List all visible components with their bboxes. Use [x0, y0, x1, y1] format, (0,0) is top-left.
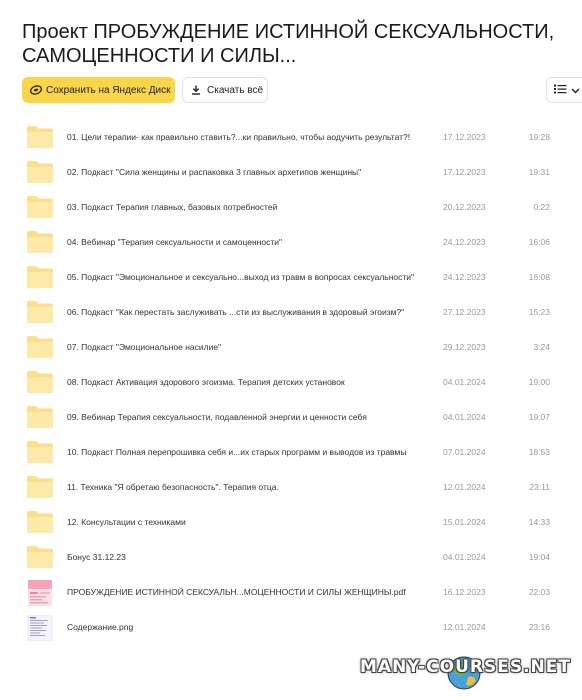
file-time: 19:04: [528, 552, 550, 562]
file-time: 3:24: [533, 342, 550, 352]
file-date: 24.12.2023: [443, 272, 486, 282]
list-view-icon: [553, 81, 567, 99]
file-name: 02. Подкаст "Сила женщины и распаковка 3…: [67, 167, 362, 177]
file-name: 03. Подкаст Терапия главных, базовых пот…: [67, 202, 278, 212]
file-date: 24.12.2023: [443, 237, 486, 247]
file-time: 23:16: [528, 622, 550, 632]
list-item[interactable]: Содержание.png 12.01.2024 23:16: [0, 610, 582, 645]
file-date: 04.01.2024: [443, 377, 486, 387]
file-date: 04.01.2024: [443, 412, 486, 422]
folder-icon: [26, 405, 54, 429]
file-date: 27.12.2023: [443, 307, 486, 317]
watermark: MANY-COURSES.NET: [356, 651, 582, 697]
file-time: 18:53: [528, 447, 550, 457]
file-date: 07.01.2024: [443, 447, 486, 457]
folder-icon: [26, 370, 54, 394]
file-date: 29.12.2023: [443, 342, 486, 352]
list-item[interactable]: 12. Консультации с техниками 15.01.2024 …: [0, 505, 582, 540]
folder-icon: [26, 195, 54, 219]
file-time: 23:11: [529, 482, 550, 492]
file-name: 01. Цели терапии- как правильно ставить?…: [67, 132, 411, 142]
pdf-thumbnail-icon: [26, 580, 54, 606]
toolbar: Сохранить на Яндекс Диск Скачать всё: [22, 77, 582, 103]
folder-icon: [26, 265, 54, 289]
list-item[interactable]: 11. Техника "Я обретаю безопасность". Те…: [0, 470, 582, 505]
file-name: ПРОБУЖДЕНИЕ ИСТИННОЙ СЕКСУАЛЬН...МОЦЕННО…: [67, 587, 406, 597]
list-item[interactable]: 08. Подкаст Активация здорового эгоизма.…: [0, 365, 582, 400]
folder-icon: [26, 300, 54, 324]
folder-icon: [26, 125, 54, 149]
file-time: 19:00: [528, 377, 550, 387]
file-name: 05. Подкаст "Эмоциональное и сексуально.…: [67, 272, 415, 282]
folder-icon: [26, 475, 54, 499]
download-button-label: Скачать всё: [207, 84, 264, 96]
list-item[interactable]: ПРОБУЖДЕНИЕ ИСТИННОЙ СЕКСУАЛЬН...МОЦЕННО…: [0, 575, 582, 610]
list-item[interactable]: 09. Вебинар Терапия сексуальности, подав…: [0, 400, 582, 435]
file-date: 16.12.2023: [443, 587, 486, 597]
list-item[interactable]: 06. Подкаст "Как перестать заслуживать .…: [0, 295, 582, 330]
file-date: 17.12.2023: [443, 132, 486, 142]
file-name: Содержание.png: [67, 622, 134, 632]
file-name: Бонус 31.12.23: [67, 552, 126, 562]
download-all-button[interactable]: Скачать всё: [182, 77, 268, 103]
file-time: 22:03: [528, 587, 550, 597]
list-item[interactable]: 07. Подкаст "Эмоциональное насилие" 29.1…: [0, 330, 582, 365]
file-name: 04. Вебинар "Терапия сексуальности и сам…: [67, 237, 283, 247]
file-date: 12.01.2024: [443, 622, 486, 632]
chevron-down-icon: [571, 81, 580, 99]
file-time: 19:07: [528, 412, 550, 422]
yandex-disk-icon: [30, 85, 42, 95]
list-item[interactable]: 04. Вебинар "Терапия сексуальности и сам…: [0, 225, 582, 260]
file-name: 06. Подкаст "Как перестать заслуживать .…: [67, 307, 405, 317]
list-item[interactable]: 10. Подкаст Полная перепрошивка себя и..…: [0, 435, 582, 470]
folder-icon: [26, 230, 54, 254]
list-item[interactable]: 02. Подкаст "Сила женщины и распаковка 3…: [0, 155, 582, 190]
watermark-text: MANY-COURSES.NET: [360, 657, 571, 677]
file-name: 08. Подкаст Активация здорового эгоизма.…: [67, 377, 345, 387]
list-item[interactable]: 03. Подкаст Терапия главных, базовых пот…: [0, 190, 582, 225]
file-time: 16:06: [528, 237, 550, 247]
folder-icon: [26, 335, 54, 359]
download-icon: [191, 85, 201, 95]
file-date: 20.12.2023: [443, 202, 486, 212]
list-item[interactable]: 01. Цели терапии- как правильно ставить?…: [0, 120, 582, 155]
file-name: 07. Подкаст "Эмоциональное насилие": [67, 342, 222, 352]
folder-icon: [26, 545, 54, 569]
file-time: 0:22: [533, 202, 550, 212]
page-title: Проект ПРОБУЖДЕНИЕ ИСТИННОЙ СЕКСУАЛЬНОСТ…: [22, 21, 555, 67]
file-time: 16:08: [528, 272, 550, 282]
file-date: 12.01.2024: [443, 482, 486, 492]
folder-icon: [26, 160, 54, 184]
file-name: 10. Подкаст Полная перепрошивка себя и..…: [67, 447, 407, 457]
file-time: 19:31: [528, 167, 550, 177]
list-item[interactable]: 05. Подкаст "Эмоциональное и сексуально.…: [0, 260, 582, 295]
file-date: 04.01.2024: [443, 552, 486, 562]
file-time: 15:23: [528, 307, 550, 317]
file-date: 15.01.2024: [443, 517, 486, 527]
file-time: 19:28: [528, 132, 550, 142]
save-to-yandex-disk-button[interactable]: Сохранить на Яндекс Диск: [22, 77, 175, 103]
png-thumbnail-icon: [26, 614, 54, 642]
folder-icon: [26, 440, 54, 464]
file-name: 09. Вебинар Терапия сексуальности, подав…: [67, 412, 367, 422]
folder-icon: [26, 510, 54, 534]
list-item[interactable]: Бонус 31.12.23 04.01.2024 19:04: [0, 540, 582, 575]
file-name: 11. Техника "Я обретаю безопасность". Те…: [67, 482, 279, 492]
file-name: 12. Консультации с техниками: [67, 517, 186, 527]
save-button-label: Сохранить на Яндекс Диск: [46, 84, 171, 96]
file-time: 14:33: [528, 517, 550, 527]
file-date: 17.12.2023: [443, 167, 486, 177]
view-mode-dropdown[interactable]: [546, 77, 582, 103]
